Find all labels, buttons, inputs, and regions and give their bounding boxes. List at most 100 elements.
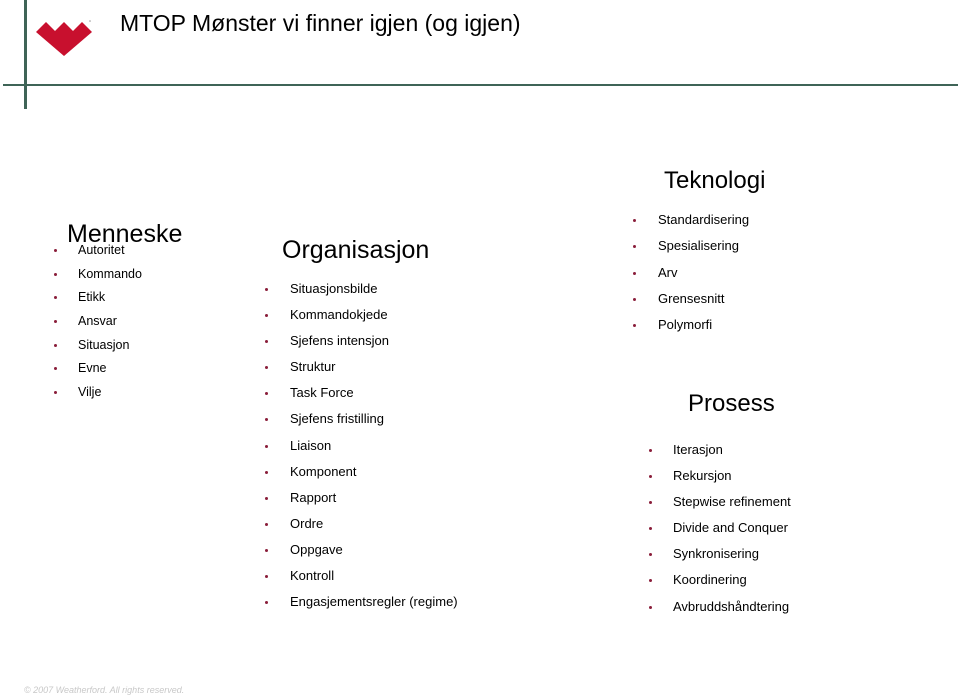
bullet-icon bbox=[265, 392, 268, 396]
list-item-label: Spesialisering bbox=[658, 238, 739, 254]
list-item-label: Stepwise refinement bbox=[673, 494, 791, 510]
list-item-label: Avbruddshåndtering bbox=[673, 598, 790, 614]
list-item-label: Synkronisering bbox=[673, 546, 759, 562]
list-item: Spesialisering bbox=[633, 238, 749, 264]
bullet-icon bbox=[649, 527, 652, 531]
list-item: Komponent bbox=[265, 464, 458, 490]
slide-title: MTOP Mønster vi finner igjen (og igjen) bbox=[120, 10, 521, 36]
list-item-label: Struktur bbox=[290, 359, 336, 375]
bullet-icon bbox=[633, 245, 636, 249]
list-item-label: Autoritet bbox=[78, 243, 125, 257]
list-item-label: Kommando bbox=[78, 266, 142, 281]
list-item: Oppgave bbox=[265, 542, 458, 568]
list-item-label: Oppgave bbox=[290, 541, 343, 557]
bullet-icon bbox=[54, 343, 57, 347]
list-item-label: Divide and Conquer bbox=[673, 520, 788, 536]
bullet-icon bbox=[649, 553, 652, 557]
list-item: Arv bbox=[633, 265, 749, 291]
list-item-label: Situasjon bbox=[78, 337, 130, 352]
list-menneske: Autoritet Kommando Etikk Ansvar Situasjon Evn… bbox=[54, 243, 142, 409]
list-item-label: Kommandokjede bbox=[290, 307, 388, 323]
bullet-icon bbox=[649, 579, 652, 583]
list-item-label: Koordinering bbox=[673, 572, 747, 588]
list-item: Rekursjon bbox=[649, 468, 791, 494]
list-item-label: Standardisering bbox=[658, 212, 750, 227]
list-item: Iterasjon bbox=[649, 442, 791, 468]
bullet-icon bbox=[649, 501, 652, 505]
list-item: Koordinering bbox=[649, 572, 791, 598]
list-prosess: Iterasjon Rekursjon Stepwise refinement Div… bbox=[649, 442, 791, 625]
list-item: Struktur bbox=[265, 359, 458, 385]
list-item-label: Liaison bbox=[290, 437, 332, 453]
list-item-label: Task Force bbox=[290, 385, 354, 401]
bullet-icon bbox=[649, 475, 652, 479]
heading-prosess: Prosess bbox=[688, 390, 775, 417]
bullet-icon bbox=[265, 288, 268, 291]
horizontal-rule bbox=[3, 84, 958, 86]
heading-teknologi: Teknologi bbox=[664, 167, 766, 194]
list-item: Kommando bbox=[54, 267, 142, 291]
list-item-label: Iterasjon bbox=[673, 442, 723, 457]
list-item: Grensesnitt bbox=[633, 291, 749, 317]
bullet-icon bbox=[265, 548, 268, 552]
list-item: Vilje bbox=[54, 385, 142, 409]
bullet-icon bbox=[265, 496, 268, 500]
list-item: Ansvar bbox=[54, 314, 142, 338]
list-item: Kommandokjede bbox=[265, 307, 458, 333]
list-item: Situasjonsbilde bbox=[265, 281, 458, 307]
list-item-label: Ansvar bbox=[78, 314, 117, 329]
list-item: Synkronisering bbox=[649, 546, 791, 572]
list-teknologi: Standardisering Spesialisering Arv Grensesn… bbox=[633, 212, 749, 343]
list-item-label: Ordre bbox=[290, 515, 324, 531]
bullet-icon bbox=[633, 324, 636, 328]
list-item: Avbruddshåndtering bbox=[649, 599, 791, 625]
bullet-icon bbox=[265, 522, 268, 526]
bullet-icon bbox=[265, 340, 268, 344]
bullet-icon bbox=[54, 320, 57, 324]
list-item: Etikk bbox=[54, 290, 142, 314]
list-item-label: Arv bbox=[658, 264, 678, 280]
list-item: Evne bbox=[54, 361, 142, 385]
bullet-icon bbox=[265, 444, 268, 448]
bullet-icon bbox=[265, 418, 268, 422]
list-item-label: Vilje bbox=[78, 385, 102, 400]
list-item-label: Polymorfi bbox=[658, 317, 713, 333]
bullet-icon bbox=[54, 249, 57, 252]
list-item-label: Engasjementsregler (regime) bbox=[290, 594, 458, 610]
heading-organisasjon: Organisasjon bbox=[282, 236, 430, 264]
bullet-icon bbox=[54, 272, 57, 276]
list-item: Standardisering bbox=[633, 212, 749, 238]
list-item: Situasjon bbox=[54, 338, 142, 362]
vertical-rule bbox=[24, 0, 27, 109]
list-item-label: Sjefens fristilling bbox=[290, 411, 384, 427]
bullet-icon bbox=[54, 391, 57, 395]
list-item: Task Force bbox=[265, 385, 458, 411]
list-item: Kontroll bbox=[265, 568, 458, 594]
list-item-label: Kontroll bbox=[290, 568, 335, 584]
list-item: Rapport bbox=[265, 490, 458, 516]
bullet-icon bbox=[265, 366, 268, 370]
list-organisasjon: Situasjonsbilde Kommandokjede Sjefens inte… bbox=[265, 281, 458, 620]
list-item-label: Rekursjon bbox=[673, 468, 732, 484]
weatherford-logo-icon bbox=[36, 20, 92, 56]
list-item-label: Situasjonsbilde bbox=[290, 281, 378, 296]
list-item-label: Etikk bbox=[78, 290, 106, 305]
bullet-icon bbox=[633, 271, 636, 275]
bullet-icon bbox=[265, 470, 268, 474]
list-item: Sjefens intensjon bbox=[265, 333, 458, 359]
list-item: Autoritet bbox=[54, 243, 142, 267]
bullet-icon bbox=[649, 449, 652, 452]
list-item: Liaison bbox=[265, 438, 458, 464]
list-item-label: Rapport bbox=[290, 489, 337, 505]
list-item: Polymorfi bbox=[633, 317, 749, 343]
bullet-icon bbox=[633, 219, 636, 222]
list-item-label: Komponent bbox=[290, 463, 357, 479]
list-item-label: Grensesnitt bbox=[658, 290, 725, 306]
list-item-label: Evne bbox=[78, 361, 107, 376]
list-item: Ordre bbox=[265, 516, 458, 542]
copyright-footer: © 2007 Weatherford. All rights reserved. bbox=[24, 685, 185, 695]
bullet-icon bbox=[54, 296, 57, 300]
list-item: Sjefens fristilling bbox=[265, 411, 458, 437]
list-item: Engasjementsregler (regime) bbox=[265, 594, 458, 620]
list-item-label: Sjefens intensjon bbox=[290, 333, 390, 349]
